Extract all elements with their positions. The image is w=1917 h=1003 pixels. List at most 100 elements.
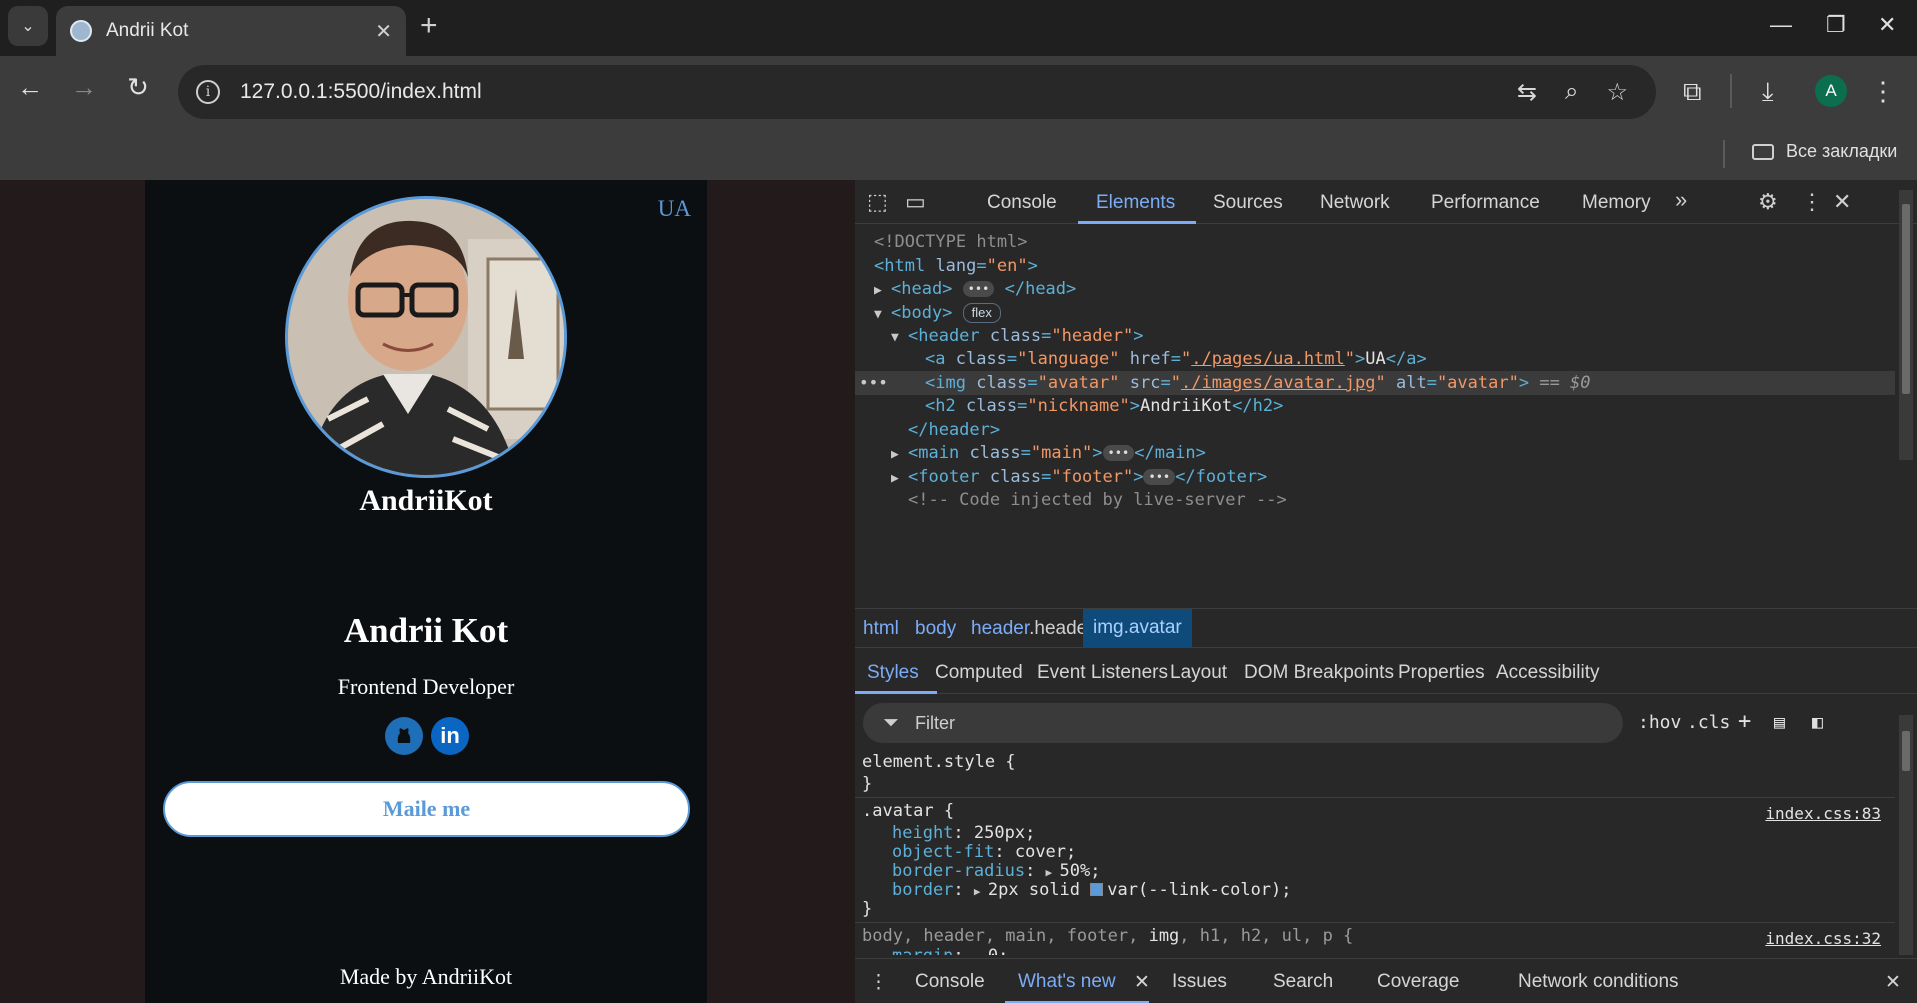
minimize-icon[interactable]: — <box>1770 12 1792 38</box>
dom-node-header-close[interactable]: </header> <box>855 418 1895 442</box>
address-bar[interactable]: i 127.0.0.1:5500/index.html ⇆ ⌕ ☆ <box>178 65 1656 119</box>
tab-network[interactable]: Network <box>1320 192 1390 214</box>
site-info-icon[interactable]: i <box>196 80 220 104</box>
subtab-styles[interactable]: Styles <box>867 662 919 684</box>
more-tabs-icon[interactable]: » <box>1675 187 1687 213</box>
drawer-tab-console[interactable]: Console <box>915 971 985 993</box>
drawer-tab-coverage[interactable]: Coverage <box>1377 971 1459 993</box>
styles-scrollbar[interactable] <box>1899 715 1913 955</box>
subtab-layout[interactable]: Layout <box>1170 662 1227 684</box>
dom-node-html[interactable]: <html lang="en"> <box>855 254 1895 278</box>
bookmark-star-icon[interactable]: ☆ <box>1606 78 1628 107</box>
dom-node-h2[interactable]: <h2 class="nickname">AndriiKot</h2> <box>855 394 1895 418</box>
element-style-rule[interactable]: element.style { <box>862 752 1016 772</box>
expand-triangle-icon[interactable]: ▶ <box>874 279 891 303</box>
subtab-accessibility[interactable]: Accessibility <box>1496 662 1599 684</box>
downloads-icon[interactable]: ⤓ <box>1762 76 1774 108</box>
device-toolbar-icon[interactable]: ▭ <box>905 189 926 215</box>
dom-scrollbar[interactable] <box>1899 190 1913 460</box>
crumb-img[interactable]: img.avatar <box>1083 609 1192 647</box>
css-prop-object-fit[interactable]: object-fit: cover; <box>892 842 1076 862</box>
tab-sources[interactable]: Sources <box>1213 192 1283 214</box>
dom-node-comment[interactable]: <!-- Code injected by live-server --> <box>855 488 1895 512</box>
styles-scrollbar-thumb[interactable] <box>1902 731 1910 771</box>
drawer-tab-close-icon[interactable]: ✕ <box>1134 971 1150 994</box>
group-rule-selector[interactable]: body, header, main, footer, img, h1, h2,… <box>862 926 1353 946</box>
zoom-icon[interactable]: ⌕ <box>1565 78 1578 106</box>
avatar-source-link[interactable]: index.css:83 <box>1765 804 1881 823</box>
settings-gear-icon[interactable]: ⚙ <box>1758 189 1778 215</box>
avatar-rule-selector[interactable]: .avatar { <box>862 801 954 821</box>
devtools-close-icon[interactable]: ✕ <box>1833 189 1851 215</box>
drawer-tab-search[interactable]: Search <box>1273 971 1333 993</box>
reload-icon[interactable]: ↻ <box>118 72 158 103</box>
language-link[interactable]: UA <box>658 196 691 222</box>
css-prop-height[interactable]: height: 250px; <box>892 823 1035 843</box>
subtab-properties[interactable]: Properties <box>1398 662 1485 684</box>
new-tab-button[interactable]: + <box>420 10 438 42</box>
collapsed-ellipsis[interactable]: ••• <box>1143 469 1176 485</box>
flex-badge[interactable]: flex <box>962 303 1001 323</box>
css-prop-border[interactable]: border: ▶ 2px solid var(--link-color); <box>892 880 1292 900</box>
hov-toggle[interactable]: :hov <box>1638 712 1681 733</box>
mail-me-button[interactable]: Maile me <box>163 781 690 837</box>
dom-node-doctype[interactable]: <!DOCTYPE html> <box>855 230 1895 254</box>
a-href-link[interactable]: ./pages/ua.html <box>1191 349 1345 369</box>
browser-tab[interactable]: Andrii Kot ✕ <box>56 6 406 56</box>
dom-node-head[interactable]: ▶ <head> ••• </head> <box>855 277 1895 301</box>
drawer-tab-whats-new[interactable]: What's new <box>1018 971 1116 993</box>
subtab-event-listeners[interactable]: Event Listeners <box>1037 662 1168 684</box>
menu-kebab-icon[interactable]: ⋮ <box>1870 76 1896 107</box>
dom-node-main[interactable]: ▶ <main class="main"> ••• </main> <box>855 441 1895 465</box>
drawer-close-icon[interactable]: ✕ <box>1885 971 1901 994</box>
expand-triangle-icon[interactable]: ▶ <box>974 948 988 955</box>
collapsed-ellipsis[interactable]: ••• <box>1102 445 1135 461</box>
expand-triangle-icon[interactable]: ▶ <box>974 882 988 902</box>
subtab-computed[interactable]: Computed <box>935 662 1023 684</box>
dom-scrollbar-thumb[interactable] <box>1902 204 1910 394</box>
inspect-element-icon[interactable]: ⬚ <box>867 189 888 215</box>
crumb-body[interactable]: body <box>915 618 956 640</box>
github-icon[interactable] <box>385 717 423 755</box>
drawer-tab-issues[interactable]: Issues <box>1172 971 1227 993</box>
linkedin-icon[interactable]: in <box>431 717 469 755</box>
color-swatch-icon[interactable] <box>1090 883 1104 896</box>
tab-performance[interactable]: Performance <box>1431 192 1540 214</box>
tab-memory[interactable]: Memory <box>1582 192 1651 214</box>
paint-roller-icon[interactable]: ▤ <box>1774 712 1785 733</box>
drawer-menu-icon[interactable]: ⋮ <box>869 971 888 994</box>
tab-close-icon[interactable]: ✕ <box>375 19 392 44</box>
restore-icon[interactable]: ❐ <box>1826 12 1846 38</box>
new-rule-icon[interactable]: + <box>1738 709 1751 734</box>
node-actions-icon[interactable]: ••• <box>859 371 888 395</box>
tab-elements[interactable]: Elements <box>1096 192 1175 214</box>
group-source-link[interactable]: index.css:32 <box>1765 929 1881 948</box>
profile-avatar[interactable]: A <box>1815 75 1847 107</box>
forward-icon[interactable]: → <box>64 72 104 103</box>
all-bookmarks-button[interactable]: Все закладки <box>1752 141 1897 162</box>
dom-node-footer[interactable]: ▶ <footer class="footer"> ••• </footer> <box>855 465 1895 489</box>
img-src-link[interactable]: ./images/avatar.jpg <box>1181 373 1375 393</box>
styles-filter-input[interactable]: ⏷ Filter <box>863 703 1623 743</box>
crumb-header[interactable]: header.header <box>971 618 1094 640</box>
expand-triangle-icon[interactable]: ▶ <box>891 443 908 467</box>
css-prop-margin[interactable]: margin: ▶0; <box>892 946 1008 955</box>
cls-toggle[interactable]: .cls <box>1687 712 1730 733</box>
drawer-tab-network-conditions[interactable]: Network conditions <box>1518 971 1679 993</box>
extensions-icon[interactable]: ⧉ <box>1683 76 1702 108</box>
tab-console[interactable]: Console <box>987 192 1057 214</box>
devtools-menu-icon[interactable]: ⋮ <box>1801 189 1823 215</box>
url-text[interactable]: 127.0.0.1:5500/index.html <box>240 80 1517 104</box>
crumb-html[interactable]: html <box>863 618 899 640</box>
back-icon[interactable]: ← <box>10 72 50 103</box>
subtab-dom-breakpoints[interactable]: DOM Breakpoints <box>1244 662 1394 684</box>
dom-node-img-selected[interactable]: ••• <img class="avatar" src="./images/av… <box>855 371 1895 395</box>
dom-node-a[interactable]: <a class="language" href="./pages/ua.htm… <box>855 347 1895 371</box>
toggle-sidebar-icon[interactable]: ◧ <box>1812 712 1823 733</box>
collapsed-ellipsis[interactable]: ••• <box>962 281 995 297</box>
dom-node-body[interactable]: ▼ <body> flex <box>855 301 1895 325</box>
tab-search-button[interactable]: ⌄ <box>8 6 48 46</box>
css-prop-border-radius[interactable]: border-radius: ▶ 50%; <box>892 861 1101 881</box>
dom-node-header[interactable]: ▼ <header class="header"> <box>855 324 1895 348</box>
translate-icon[interactable]: ⇆ <box>1517 78 1537 107</box>
